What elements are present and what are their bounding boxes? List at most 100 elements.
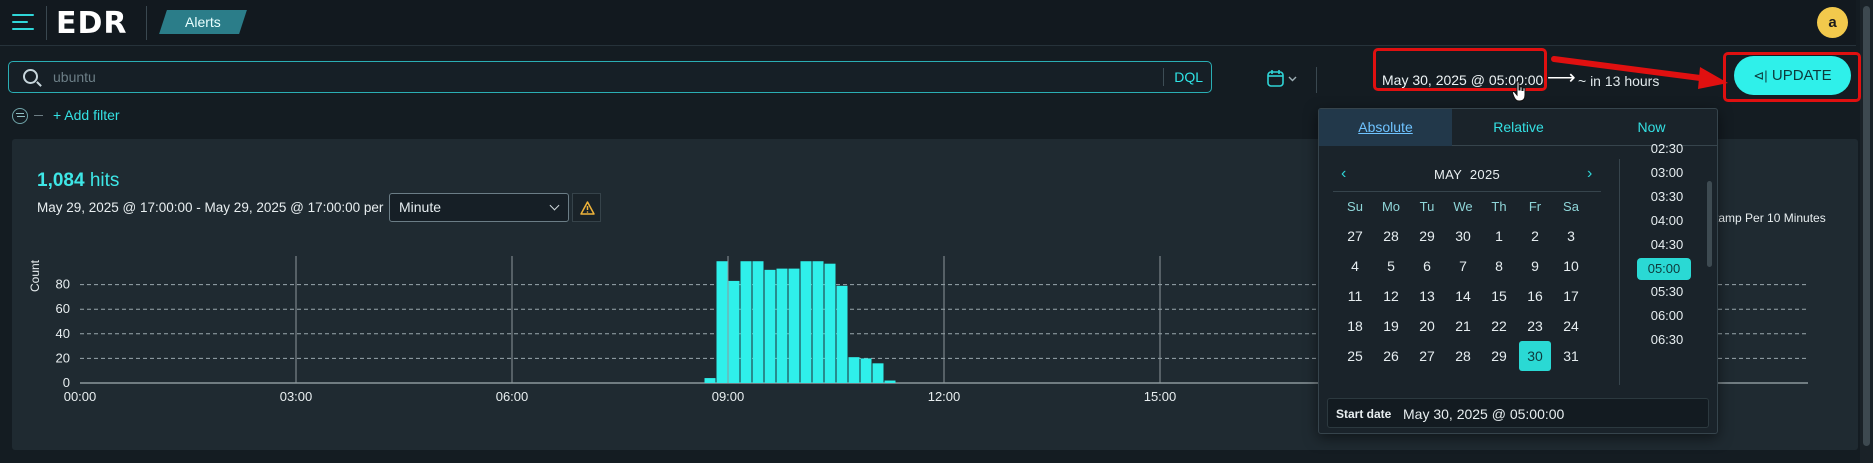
add-filter-button[interactable]: + Add filter	[53, 107, 120, 123]
calendar-day[interactable]: 23	[1519, 311, 1551, 341]
calendar-day[interactable]: 8	[1483, 251, 1515, 281]
histogram-bar	[836, 285, 848, 383]
x-tick-label: 06:00	[496, 389, 529, 404]
chart-legend-label: tamp Per 10 Minutes	[1715, 211, 1826, 225]
calendar-day[interactable]: 11	[1339, 281, 1371, 311]
x-tick-label: 12:00	[928, 389, 961, 404]
calendar-day[interactable]: 22	[1483, 311, 1515, 341]
time-option[interactable]: 02:30	[1634, 138, 1700, 160]
prev-month-icon[interactable]: ‹	[1341, 165, 1346, 183]
calendar-day[interactable]: 26	[1375, 341, 1407, 371]
page-scrollbar[interactable]	[1860, 0, 1873, 463]
calendar-day[interactable]: 30	[1519, 341, 1551, 371]
chevron-down-icon	[549, 200, 560, 211]
histogram-bar	[704, 378, 716, 383]
next-month-icon[interactable]: ›	[1587, 165, 1592, 183]
time-option[interactable]: 04:00	[1634, 210, 1700, 232]
time-option[interactable]: 04:30	[1634, 234, 1700, 256]
calendar-day[interactable]: 12	[1375, 281, 1407, 311]
menu-icon[interactable]	[10, 10, 36, 34]
histogram-bar	[752, 261, 764, 383]
time-option[interactable]: 03:30	[1634, 186, 1700, 208]
year-label: 2025	[1469, 167, 1501, 182]
date-picker-popover: Absolute Relative Now ‹ MAY 2025 › Su Mo T…	[1318, 108, 1718, 434]
time-option[interactable]: 03:00	[1634, 162, 1700, 184]
x-tick-label: 03:00	[280, 389, 313, 404]
histogram-bar	[728, 280, 740, 383]
calendar-day[interactable]: 16	[1519, 281, 1551, 311]
calendar-day[interactable]: 29	[1411, 221, 1443, 251]
tab-relative[interactable]: Relative	[1452, 109, 1585, 146]
histogram-bar	[860, 358, 872, 383]
calendar-day[interactable]: 19	[1375, 311, 1407, 341]
annotation-arrow-icon	[1551, 56, 1728, 89]
month-year-label: MAY 2025	[1347, 167, 1587, 182]
calendar-day[interactable]: 14	[1447, 281, 1479, 311]
weekday-label: Tu	[1419, 199, 1435, 214]
start-date-input[interactable]: May 30, 2025 @ 05:00:00	[1403, 406, 1564, 422]
histogram-bar	[788, 268, 800, 383]
y-tick-label: 40	[56, 326, 70, 341]
calendar-day[interactable]: 15	[1483, 281, 1515, 311]
filter-icon[interactable]	[12, 108, 28, 124]
calendar-day[interactable]: 30	[1447, 221, 1479, 251]
calendar-day[interactable]: 28	[1447, 341, 1479, 371]
calendar-day[interactable]: 13	[1411, 281, 1443, 311]
date-quick-menu-button[interactable]	[1265, 69, 1305, 91]
tab-absolute[interactable]: Absolute	[1319, 109, 1452, 146]
histogram-bar	[776, 268, 788, 383]
calendar-day[interactable]: 3	[1555, 221, 1587, 251]
calendar-day[interactable]: 1	[1483, 221, 1515, 251]
calendar-day[interactable]: 10	[1555, 251, 1587, 281]
weekday-label: Fr	[1528, 199, 1542, 214]
calendar-day[interactable]: 6	[1411, 251, 1443, 281]
histogram-bar	[812, 261, 824, 383]
calendar-day[interactable]: 4	[1339, 251, 1371, 281]
y-tick-label: 0	[63, 375, 70, 390]
x-tick-label: 00:00	[64, 389, 97, 404]
weekday-label: Sa	[1563, 199, 1579, 214]
calendar-day[interactable]: 27	[1411, 341, 1443, 371]
time-option[interactable]: 06:00	[1634, 305, 1700, 327]
calendar-day[interactable]: 2	[1519, 221, 1551, 251]
weekday-label: Mo	[1381, 199, 1401, 214]
app-logo: EDR	[56, 6, 128, 41]
calendar-day[interactable]: 5	[1375, 251, 1407, 281]
calendar-day[interactable]: 17	[1555, 281, 1587, 311]
divider	[46, 6, 47, 40]
breadcrumb-label: Alerts	[185, 14, 221, 30]
hits-number: 1,084	[37, 170, 85, 191]
search-icon	[23, 69, 38, 84]
scrollbar-thumb[interactable]	[1863, 6, 1870, 446]
x-tick-label: 15:00	[1144, 389, 1177, 404]
breadcrumb-alerts[interactable]: Alerts	[159, 10, 247, 34]
calendar-day[interactable]: 25	[1339, 341, 1371, 371]
calendar-day[interactable]: 21	[1447, 311, 1479, 341]
calendar-day[interactable]: 28	[1375, 221, 1407, 251]
calendar-day[interactable]: 24	[1555, 311, 1587, 341]
user-avatar[interactable]: a	[1817, 7, 1848, 38]
y-tick-label: 60	[56, 301, 70, 316]
time-list-scrollbar[interactable]	[1707, 181, 1712, 267]
histogram-bar	[800, 261, 812, 383]
calendar-day[interactable]: 20	[1411, 311, 1443, 341]
highlight-box-update	[1723, 52, 1861, 102]
interval-select[interactable]: Minute	[389, 193, 569, 222]
calendar-day[interactable]: 18	[1339, 311, 1371, 341]
histogram-bar	[872, 363, 884, 383]
search-input[interactable]	[53, 67, 1153, 87]
calendar-day[interactable]: 9	[1519, 251, 1551, 281]
calendar-day[interactable]: 31	[1555, 341, 1587, 371]
y-axis-label: Count	[28, 259, 42, 292]
dql-toggle[interactable]: DQL	[1163, 68, 1203, 86]
weekday-label: Th	[1491, 199, 1507, 214]
calendar-day[interactable]: 29	[1483, 341, 1515, 371]
calendar-day[interactable]: 27	[1339, 221, 1371, 251]
x-tick-label: 09:00	[712, 389, 745, 404]
histogram-bar	[884, 380, 896, 383]
time-option[interactable]: 06:30	[1634, 329, 1700, 351]
warning-icon[interactable]	[572, 193, 601, 222]
time-option[interactable]: 05:00	[1637, 257, 1691, 280]
calendar-day[interactable]: 7	[1447, 251, 1479, 281]
time-option[interactable]: 05:30	[1634, 281, 1700, 303]
